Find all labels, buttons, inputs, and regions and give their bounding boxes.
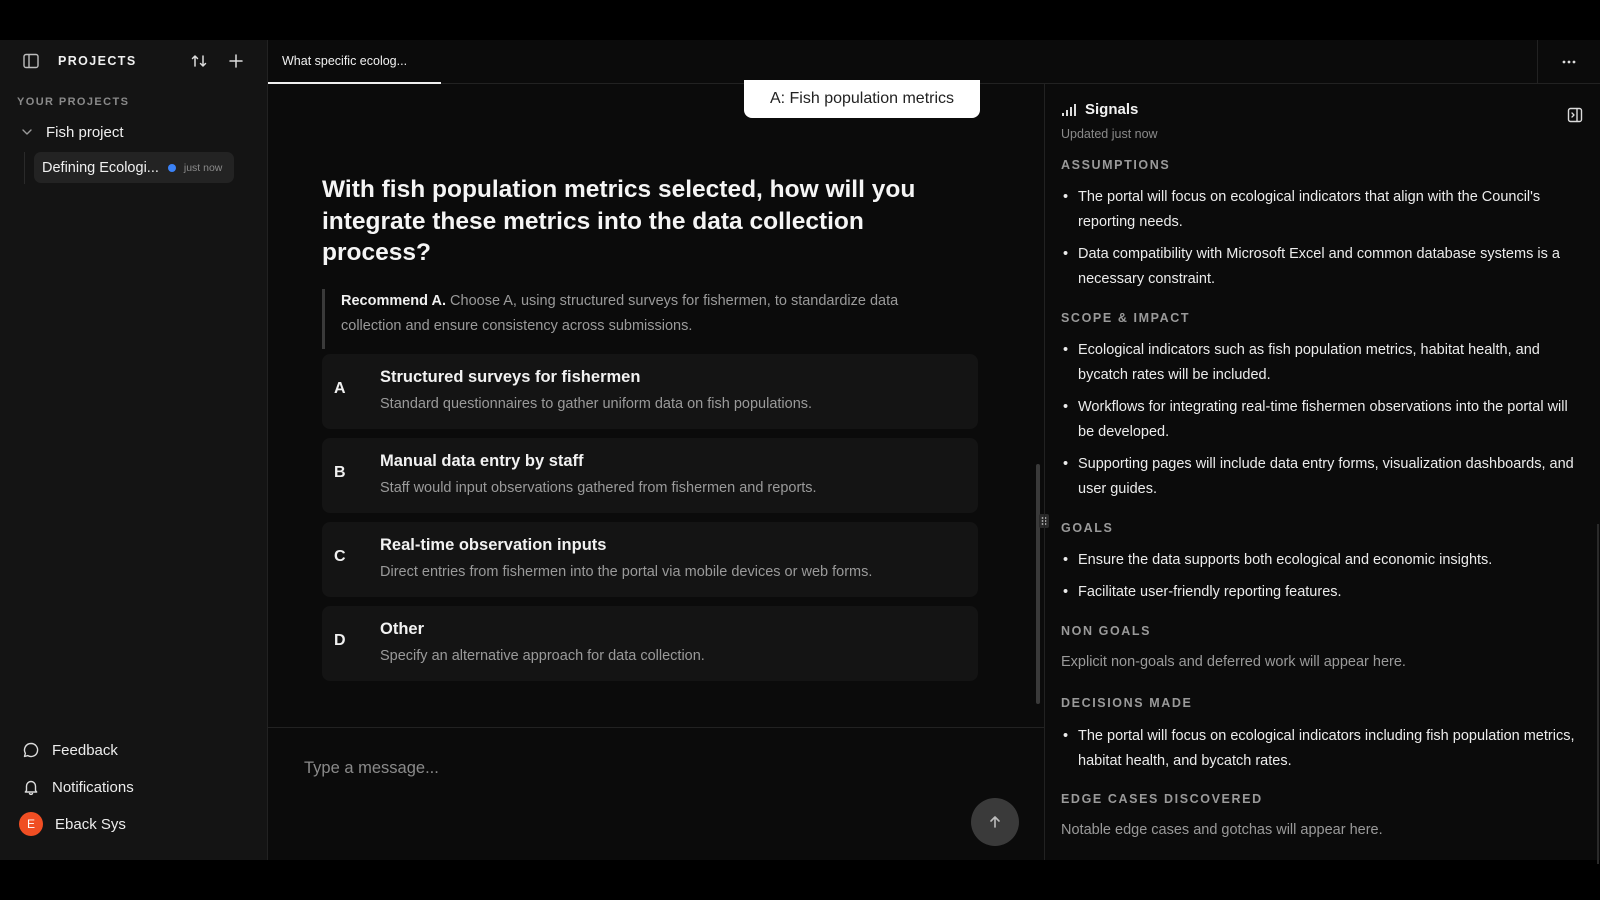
notifications-label: Notifications <box>52 778 134 796</box>
bell-icon <box>24 780 38 796</box>
non-goals-heading: NON GOALS <box>1061 624 1152 638</box>
thread-item-active[interactable]: Defining Ecologi... just now <box>34 152 234 183</box>
option-letter: D <box>334 632 346 649</box>
recommendation-note: Recommend A. Choose A, using structured … <box>322 289 962 349</box>
option-c-button[interactable]: C Real-time observation inputs Direct en… <box>322 522 978 597</box>
thread-time: just now <box>183 161 223 174</box>
sidebar-title: PROJECTS <box>58 54 137 68</box>
option-description: Direct entries from fishermen into the p… <box>380 564 873 580</box>
chevron-down-icon[interactable] <box>20 125 34 139</box>
message-composer <box>268 727 1044 860</box>
question-heading: With fish population metrics selected, h… <box>322 176 916 266</box>
signals-scrollbar[interactable] <box>1597 524 1599 864</box>
recommendation-lead: Recommend A. <box>341 293 447 309</box>
sort-icon[interactable] <box>189 51 209 71</box>
option-title: Real-time observation inputs <box>380 536 607 554</box>
signal-bars-icon <box>1062 103 1076 116</box>
sidebar: PROJECTS YOUR PROJECTS Fish project Defi… <box>0 40 268 860</box>
decisions-heading: DECISIONS MADE <box>1061 696 1193 710</box>
chat-bubble-icon <box>23 742 39 758</box>
non-goals-placeholder: Explicit non-goals and deferred work wil… <box>1061 654 1406 670</box>
sidebar-toggle-icon[interactable] <box>22 52 40 70</box>
option-a-button[interactable]: A Structured surveys for fishermen Stand… <box>322 354 978 429</box>
chat-panel: A: Fish population metrics With fish pop… <box>268 80 1049 860</box>
signals-panel: Signals Updated just now ASSUMPTIONS The… <box>1044 84 1600 864</box>
tab-bar: What specific ecolog... <box>268 40 1600 84</box>
option-title: Manual data entry by staff <box>380 452 584 470</box>
scope-heading: SCOPE & IMPACT <box>1061 311 1191 325</box>
edge-cases-heading: EDGE CASES DISCOVERED <box>1061 792 1263 806</box>
user-menu-button[interactable]: E Eback Sys <box>19 812 126 836</box>
option-title: Other <box>380 620 425 638</box>
selected-answer-bubble: A: Fish population metrics <box>744 80 980 118</box>
project-name: Fish project <box>46 123 124 141</box>
tab-bar-divider <box>1537 40 1538 84</box>
message-input[interactable] <box>304 750 904 786</box>
goal-item: Ensure the data supports both ecological… <box>1061 548 1576 573</box>
user-name: Eback Sys <box>55 815 126 833</box>
scrollbar-thumb[interactable] <box>1036 464 1040 704</box>
project-item-fish[interactable]: Fish project <box>20 120 124 144</box>
option-title: Structured surveys for fishermen <box>380 368 641 386</box>
sidebar-header: PROJECTS <box>0 40 268 84</box>
assumption-item: The portal will focus on ecological indi… <box>1061 185 1576 235</box>
tab-label: What specific ecolog... <box>282 54 408 68</box>
avatar: E <box>19 812 43 836</box>
signals-header: Signals <box>1061 101 1138 118</box>
option-b-button[interactable]: B Manual data entry by staff Staff would… <box>322 438 978 513</box>
feedback-label: Feedback <box>52 741 118 759</box>
thread-name: Defining Ecologi... <box>42 159 159 176</box>
decision-item: The portal will focus on ecological indi… <box>1061 724 1576 774</box>
assumptions-heading: ASSUMPTIONS <box>1061 158 1171 172</box>
option-description: Standard questionnaires to gather unifor… <box>380 396 813 412</box>
your-projects-label: YOUR PROJECTS <box>17 96 130 108</box>
goal-item: Facilitate user-friendly reporting featu… <box>1061 580 1576 605</box>
signals-updated: Updated just now <box>1061 127 1158 141</box>
add-project-icon[interactable] <box>226 51 246 71</box>
edge-cases-placeholder: Notable edge cases and gotchas will appe… <box>1061 822 1383 838</box>
assumption-item: Data compatibility with Microsoft Excel … <box>1061 242 1576 292</box>
thread-tree-line <box>24 152 25 184</box>
scope-item: Workflows for integrating real-time fish… <box>1061 395 1576 445</box>
unread-dot-icon <box>167 163 176 172</box>
scope-item: Supporting pages will include data entry… <box>1061 452 1576 502</box>
chat-scrollbar[interactable] <box>1035 84 1041 714</box>
option-d-button[interactable]: D Other Specify an alternative approach … <box>322 606 978 681</box>
tab-active[interactable]: What specific ecolog... <box>268 40 441 84</box>
feedback-button[interactable]: Feedback <box>22 738 118 762</box>
collapse-panel-icon[interactable] <box>1567 107 1583 123</box>
option-letter: C <box>334 548 346 565</box>
option-description: Staff would input observations gathered … <box>380 480 817 496</box>
notifications-button[interactable]: Notifications <box>22 775 134 799</box>
option-letter: B <box>334 464 346 481</box>
option-letter: A <box>334 380 346 397</box>
scope-item: Ecological indicators such as fish popul… <box>1061 338 1576 388</box>
more-options-icon[interactable] <box>1560 54 1578 70</box>
arrow-up-icon <box>990 816 1000 828</box>
send-button[interactable] <box>971 798 1019 846</box>
app-window: PROJECTS YOUR PROJECTS Fish project Defi… <box>0 40 1600 864</box>
signals-title: Signals <box>1085 101 1139 118</box>
goals-heading: GOALS <box>1061 521 1114 535</box>
option-description: Specify an alternative approach for data… <box>380 648 705 664</box>
